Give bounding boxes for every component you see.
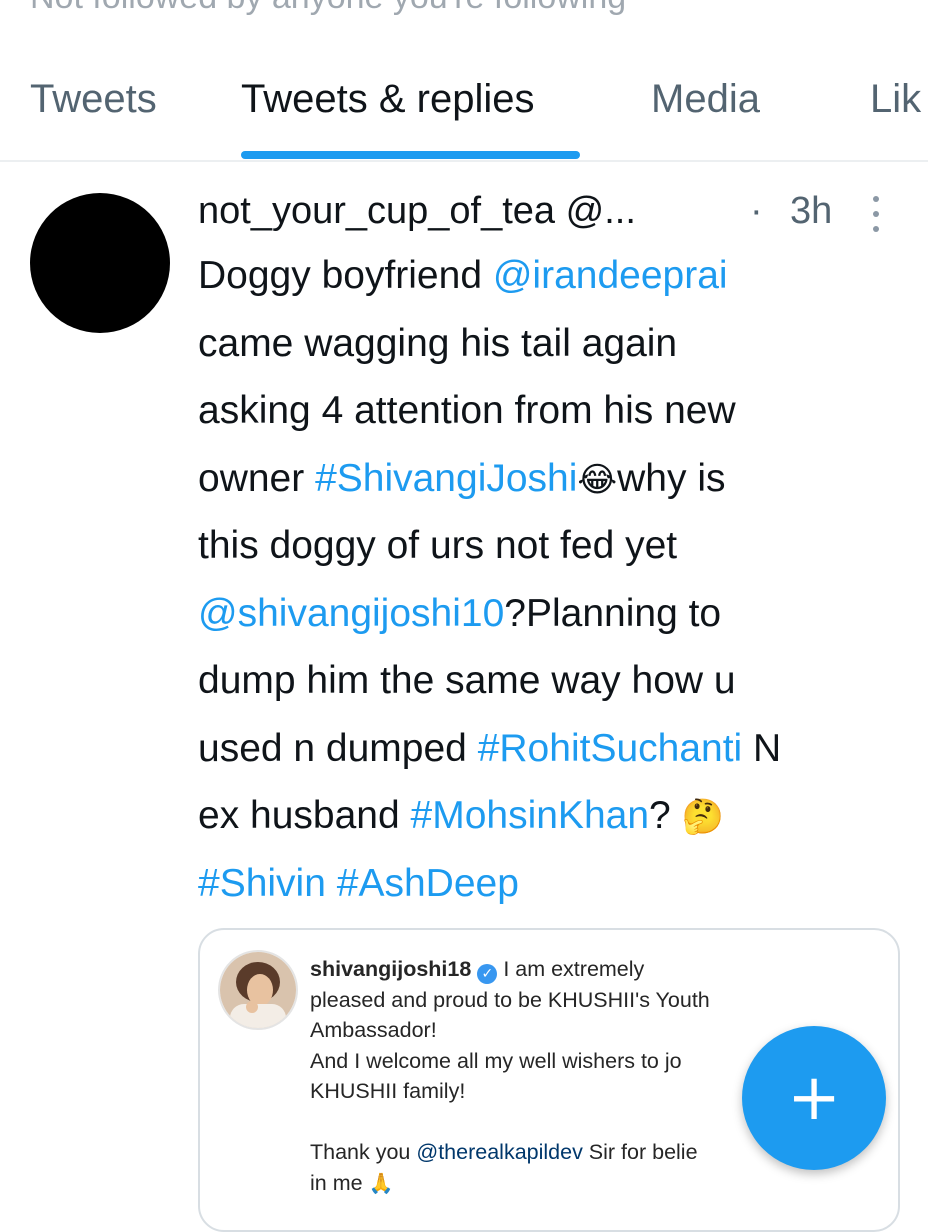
tweet-header: not_your_cup_of_tea @... · 3h xyxy=(198,190,898,238)
caption-segment: pleased and proud to be KHUSHII's Youth xyxy=(310,987,710,1012)
tweet-text-segment: came wagging his tail again xyxy=(198,321,678,365)
caption-segment: And I welcome all my well wishers to jo xyxy=(310,1048,682,1073)
plus-icon: + xyxy=(787,1061,841,1135)
mention-link[interactable]: @shivangijoshi10 xyxy=(198,592,504,635)
followed-by-context: Not followed by anyone you're following xyxy=(30,0,626,17)
hashtag-link[interactable]: #ShivangiJoshi xyxy=(315,457,577,500)
tab-tweets[interactable]: Tweets xyxy=(30,77,157,122)
verified-badge-icon: ✓ xyxy=(477,964,498,984)
hashtag-link[interactable]: #Shivin xyxy=(198,862,326,905)
tweet-text-segment: this doggy of urs not fed yet xyxy=(198,524,678,567)
compose-tweet-button[interactable]: + xyxy=(742,1026,886,1170)
profile-tabs: Tweets Tweets & replies Media Lik xyxy=(0,60,928,160)
more-vertical-icon[interactable] xyxy=(868,196,884,232)
mention-link[interactable]: @irandeeprai xyxy=(493,254,728,297)
caption-segment: Sir for belie xyxy=(582,1140,698,1164)
tab-media[interactable]: Media xyxy=(651,77,760,122)
tweet-text-line: used n dumped #RohitSuchanti N xyxy=(198,715,898,783)
active-tab-indicator xyxy=(241,151,580,159)
caption-segment: Ambassador! xyxy=(310,1018,437,1042)
emoji: 😂 xyxy=(577,459,618,500)
tweet-text-line: this doggy of urs not fed yet xyxy=(198,512,898,580)
emoji: 🤔 xyxy=(681,797,724,837)
tweet-text-line: asking 4 attention from his new xyxy=(198,377,898,445)
tweet-text-segment xyxy=(326,862,337,905)
avatar[interactable] xyxy=(30,193,170,333)
tweet-text-segment: asking 4 attention from his new xyxy=(198,389,736,432)
tweet-text-segment: ? xyxy=(649,794,682,837)
author-name[interactable]: not_your_cup_of_tea @... xyxy=(198,190,636,233)
tab-tweets-and-replies[interactable]: Tweets & replies xyxy=(241,77,534,122)
caption-segment: Thank you xyxy=(310,1140,417,1164)
tweet-text-line: @shivangijoshi10?Planning to xyxy=(198,580,898,648)
tweet-text-line: Doggy boyfriend @irandeeprai xyxy=(198,242,898,310)
tweet-text-segment: used n dumped xyxy=(198,726,478,770)
caption-line: in me 🙏 xyxy=(310,1168,890,1199)
tweet-text-segment: ex husband xyxy=(198,794,411,837)
tweet-text-segment: dump him the same way how u xyxy=(198,659,736,702)
tweet-text-line: ex husband #MohsinKhan? 🤔 xyxy=(198,782,898,850)
caption-mention: @therealkapildev xyxy=(416,1140,583,1164)
tweet-text-segment: Doggy boyfriend xyxy=(198,254,493,297)
hashtag-link[interactable]: #AshDeep xyxy=(337,862,519,905)
tweet-text: Doggy boyfriend @irandeeprai came wagging… xyxy=(198,242,898,917)
caption-segment: I am extremely xyxy=(503,957,645,981)
hashtag-link[interactable]: #RohitSuchanti xyxy=(478,727,743,770)
tweet-timestamp[interactable]: 3h xyxy=(790,190,832,233)
caption-segment: in me xyxy=(310,1170,369,1195)
tab-likes[interactable]: Lik xyxy=(870,77,921,122)
header-separator: · xyxy=(750,190,763,232)
caption-line: shivangijoshi18 ✓ I am extremely xyxy=(310,954,890,985)
tabs-divider xyxy=(0,160,928,162)
tweet-text-segment: owner xyxy=(198,456,316,500)
tweet-text-line: dump him the same way how u xyxy=(198,647,898,715)
instagram-username: shivangijoshi18 xyxy=(310,957,472,981)
hashtag-link[interactable]: #MohsinKhan xyxy=(411,794,650,837)
emoji: 🙏 xyxy=(368,1170,394,1195)
instagram-avatar xyxy=(218,950,298,1030)
tweet-text-segment: why is xyxy=(617,456,726,500)
tweet-text-line: owner #ShivangiJoshi😂why is xyxy=(198,445,898,513)
tweet-text-line: came wagging his tail again xyxy=(198,310,898,378)
caption-segment: KHUSHII family! xyxy=(310,1079,466,1103)
caption-line: pleased and proud to be KHUSHII's Youth xyxy=(310,985,890,1016)
tweet-text-line: #Shivin #AshDeep xyxy=(198,850,898,918)
tweet-text-segment: N xyxy=(742,726,782,770)
tweet-text-segment: ?Planning to xyxy=(504,591,722,635)
